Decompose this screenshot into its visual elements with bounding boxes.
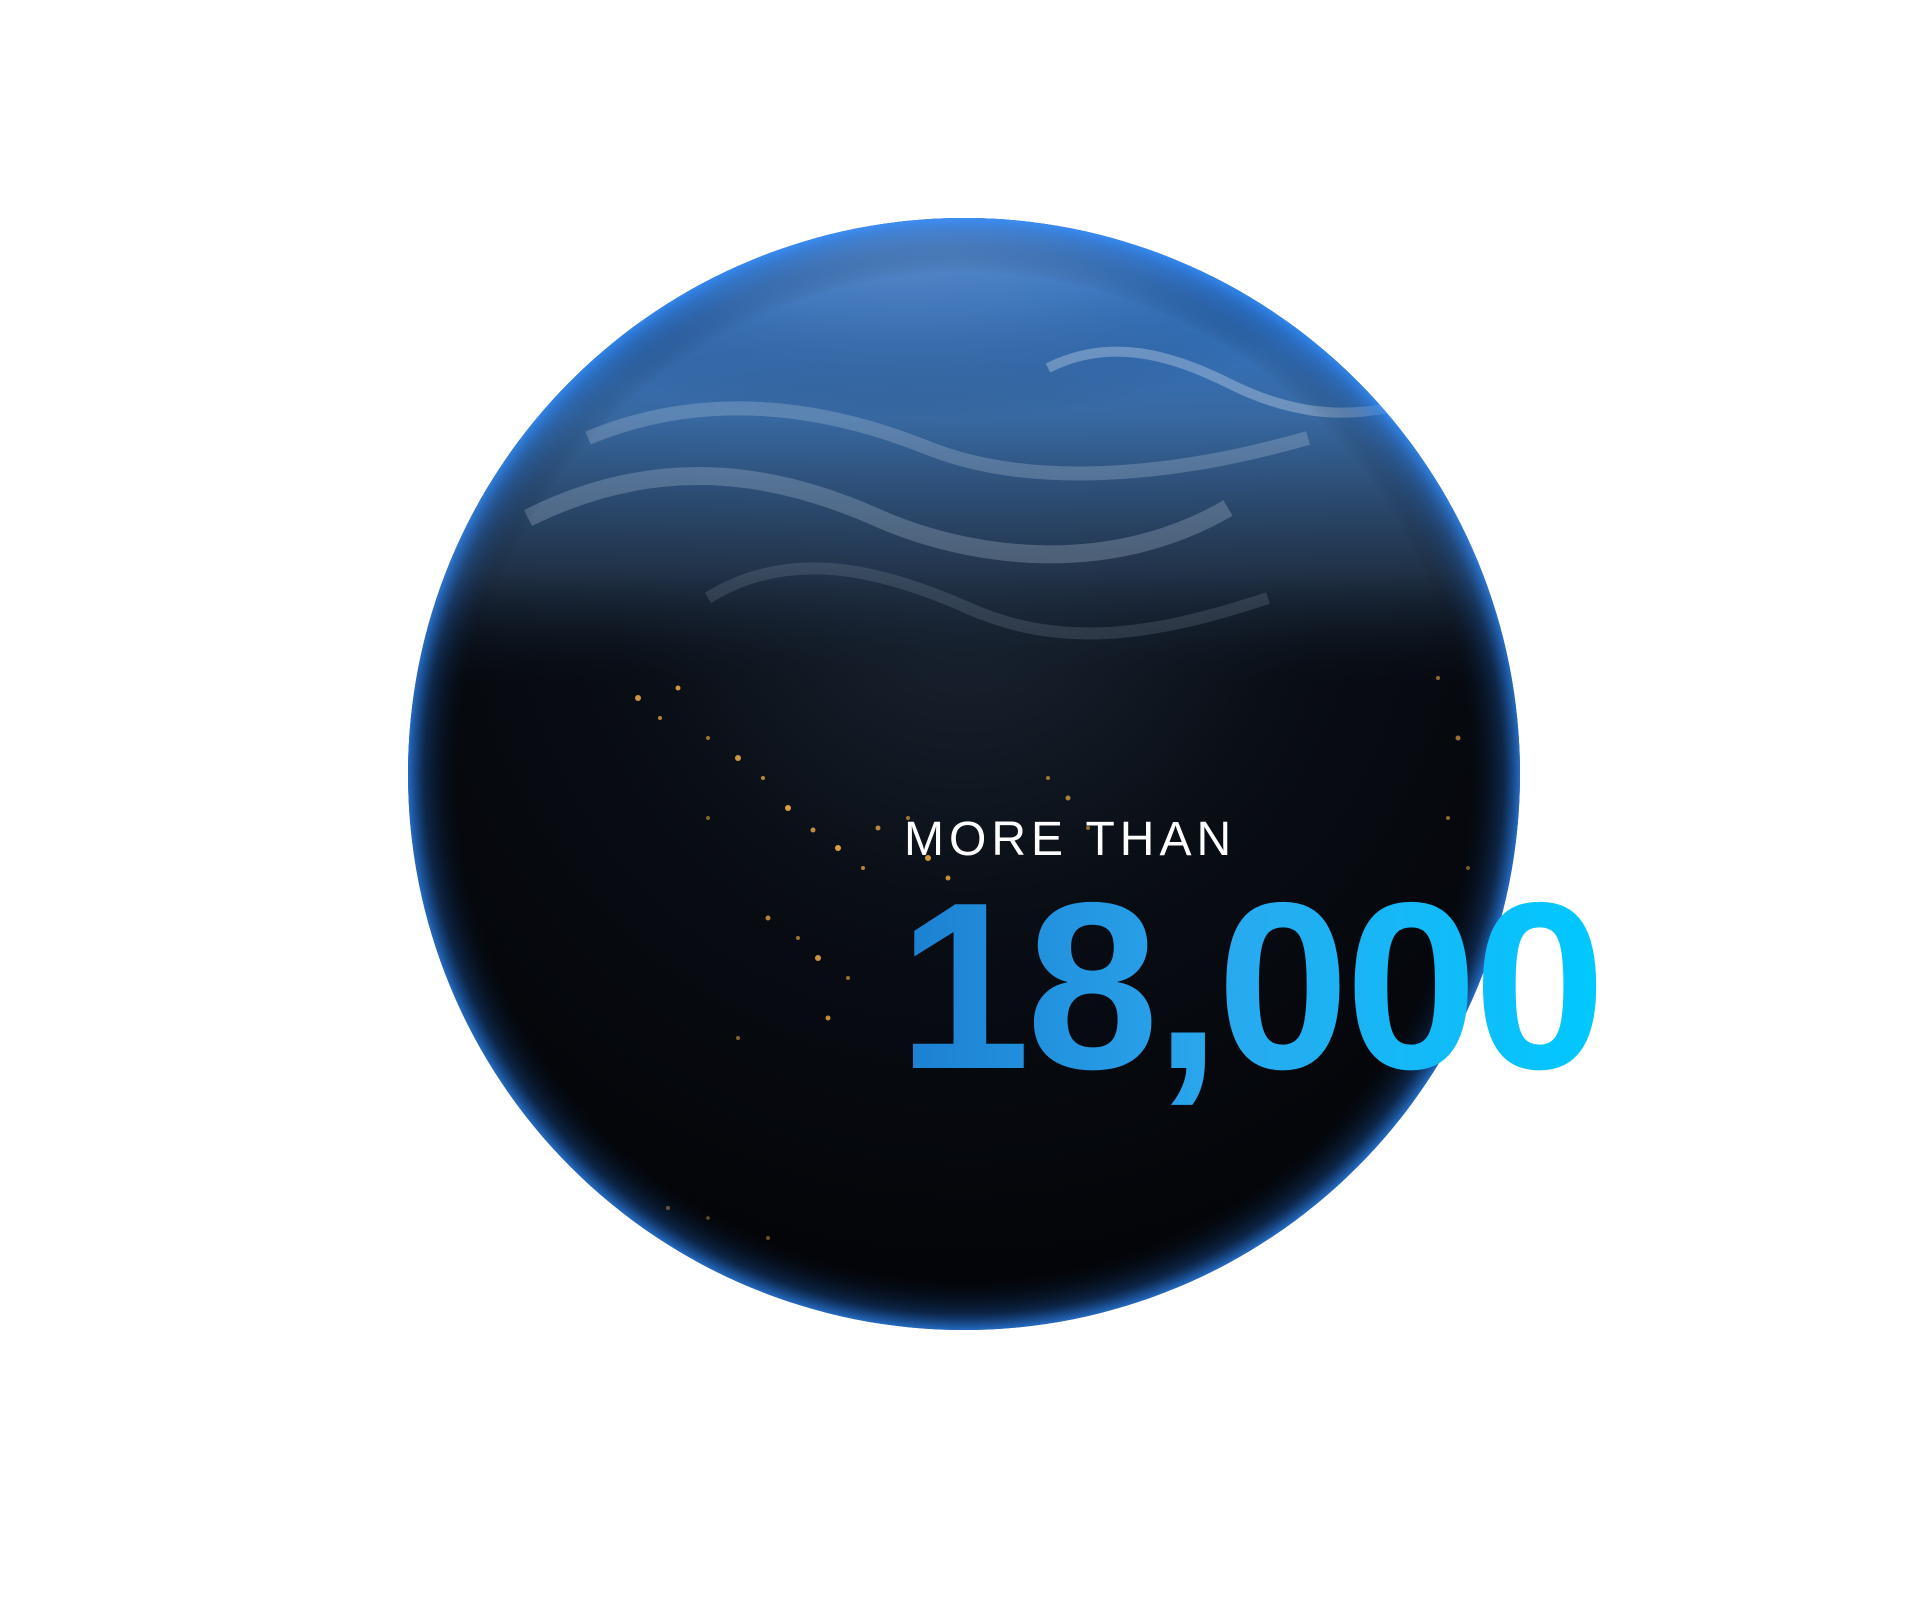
earth-globe-image (408, 218, 1520, 1330)
stat-number: 18,000 (898, 854, 1606, 1119)
globe-graphic: MORE THAN 18,000 PROJECTS (408, 218, 1809, 1330)
stat-trail-text: PROJECTS (1518, 1119, 1815, 1172)
